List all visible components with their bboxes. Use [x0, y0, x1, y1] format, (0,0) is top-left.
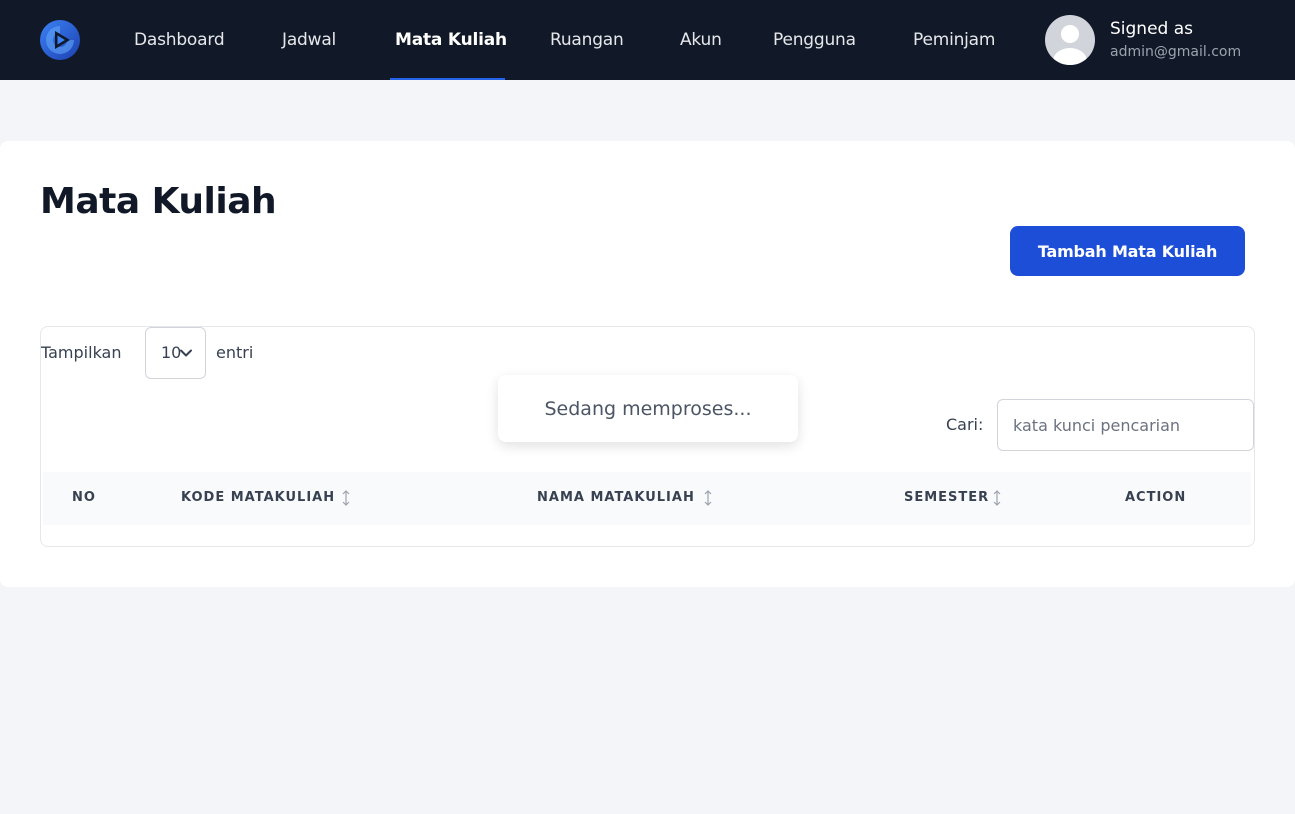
nav-mata-kuliah[interactable]: Mata Kuliah: [395, 30, 507, 50]
chevron-down-icon: [180, 349, 192, 357]
search-label: Cari:: [946, 415, 984, 434]
column-header-action: ACTION: [1125, 490, 1187, 505]
nav-dashboard[interactable]: Dashboard: [134, 30, 225, 50]
column-header-no: NO: [72, 490, 96, 505]
add-mata-kuliah-button[interactable]: Tambah Mata Kuliah: [1010, 226, 1245, 276]
entries-label: entri: [216, 343, 254, 362]
column-header-kode-matakuliah[interactable]: KODE MATAKULIAH: [181, 490, 335, 505]
nav-jadwal[interactable]: Jadwal: [282, 30, 336, 50]
nav-akun[interactable]: Akun: [680, 30, 722, 50]
sort-icon[interactable]: [341, 489, 351, 507]
signed-as-label: Signed as: [1110, 19, 1194, 39]
nav-peminjam[interactable]: Peminjam: [913, 30, 995, 50]
entries-per-page-select[interactable]: 10: [145, 327, 206, 379]
nav-ruangan[interactable]: Ruangan: [550, 30, 624, 50]
logo-icon[interactable]: [40, 20, 80, 60]
user-email: admin@gmail.com: [1110, 44, 1242, 60]
sort-icon[interactable]: [992, 489, 1002, 507]
avatar-icon[interactable]: [1045, 15, 1095, 65]
length-label: Tampilkan: [41, 343, 122, 362]
page-title: Mata Kuliah: [40, 181, 277, 222]
processing-indicator: Sedang memproses...: [498, 375, 798, 442]
active-nav-indicator: [390, 78, 505, 80]
nav-pengguna[interactable]: Pengguna: [773, 30, 856, 50]
column-header-semester[interactable]: SEMESTER: [904, 490, 989, 505]
sort-icon[interactable]: [703, 489, 713, 507]
column-header-nama-matakuliah[interactable]: NAMA MATAKULIAH: [537, 490, 695, 505]
search-input[interactable]: [997, 399, 1254, 451]
